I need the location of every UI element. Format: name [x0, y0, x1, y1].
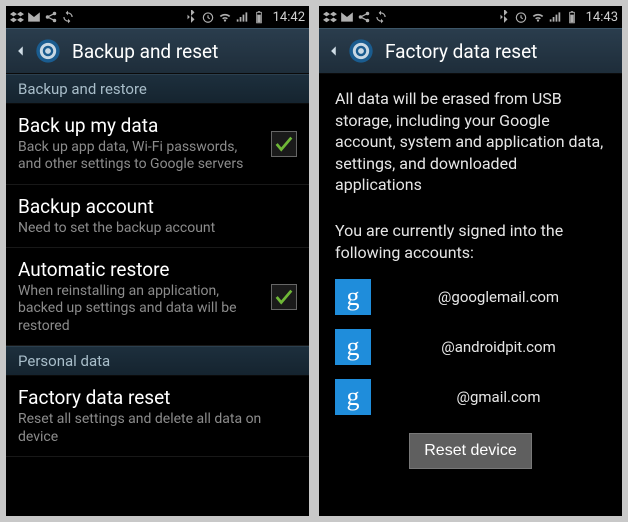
- share-icon: [357, 10, 371, 24]
- title-bar[interactable]: Factory data reset: [319, 28, 622, 74]
- item-title: Factory data reset: [18, 386, 297, 410]
- settings-icon: [347, 37, 375, 65]
- wifi-icon: [218, 10, 232, 24]
- status-time: 14:43: [586, 10, 618, 25]
- check-icon: [273, 133, 295, 155]
- item-subtitle: Back up app data, Wi-Fi passwords, and o…: [18, 139, 263, 174]
- account-row: g @androidpit.com: [319, 325, 622, 369]
- check-icon: [273, 286, 295, 308]
- checkbox-backup-my-data[interactable]: [271, 131, 297, 157]
- back-icon[interactable]: [327, 40, 341, 62]
- signed-in-label: You are currently signed into the follow…: [319, 202, 622, 269]
- alarm-icon: [201, 10, 215, 24]
- share-icon: [44, 10, 58, 24]
- battery-icon: [565, 10, 579, 24]
- title-text: Backup and reset: [72, 40, 218, 63]
- item-subtitle: Need to set the backup account: [18, 220, 297, 238]
- bluetooth-icon: [497, 10, 511, 24]
- dropbox-icon: [323, 10, 337, 24]
- mail-icon: [340, 10, 354, 24]
- bluetooth-icon: [184, 10, 198, 24]
- signal-icon: [548, 10, 562, 24]
- item-title: Backup account: [18, 195, 297, 219]
- dropbox-icon: [10, 10, 24, 24]
- sync-icon: [61, 10, 75, 24]
- sync-icon: [374, 10, 388, 24]
- item-factory-data-reset[interactable]: Factory data reset Reset all settings an…: [6, 376, 309, 457]
- status-bar: 14:42: [6, 6, 309, 28]
- account-email: @gmail.com: [391, 388, 606, 406]
- section-header: Backup and restore: [6, 74, 309, 104]
- google-icon: g: [335, 329, 371, 365]
- item-automatic-restore[interactable]: Automatic restore When reinstalling an a…: [6, 248, 309, 346]
- account-row: g @gmail.com: [319, 375, 622, 419]
- signal-icon: [235, 10, 249, 24]
- google-icon: g: [335, 379, 371, 415]
- item-title: Automatic restore: [18, 258, 263, 282]
- google-icon: g: [335, 279, 371, 315]
- warning-text: All data will be erased from USB storage…: [319, 74, 622, 202]
- settings-list: Backup and restore Back up my data Back …: [6, 74, 309, 457]
- mail-icon: [27, 10, 41, 24]
- checkbox-automatic-restore[interactable]: [271, 284, 297, 310]
- item-subtitle: When reinstalling an application, backed…: [18, 283, 263, 336]
- item-subtitle: Reset all settings and delete all data o…: [18, 411, 297, 446]
- settings-icon: [34, 37, 62, 65]
- battery-icon: [252, 10, 266, 24]
- status-time: 14:42: [273, 10, 305, 25]
- phone-left: 14:42 Backup and reset Backup and restor…: [6, 6, 309, 516]
- status-bar: 14:43: [319, 6, 622, 28]
- account-row: g @googlemail.com: [319, 275, 622, 319]
- phone-right: 14:43 Factory data reset All data will b…: [319, 6, 622, 516]
- title-bar[interactable]: Backup and reset: [6, 28, 309, 74]
- account-email: @androidpit.com: [391, 338, 606, 356]
- back-icon[interactable]: [14, 40, 28, 62]
- wifi-icon: [531, 10, 545, 24]
- item-backup-account[interactable]: Backup account Need to set the backup ac…: [6, 185, 309, 248]
- title-text: Factory data reset: [385, 40, 537, 63]
- item-title: Back up my data: [18, 114, 263, 138]
- item-backup-my-data[interactable]: Back up my data Back up app data, Wi-Fi …: [6, 104, 309, 185]
- reset-device-button[interactable]: Reset device: [409, 433, 532, 469]
- account-email: @googlemail.com: [391, 288, 606, 306]
- section-header: Personal data: [6, 346, 309, 376]
- alarm-icon: [514, 10, 528, 24]
